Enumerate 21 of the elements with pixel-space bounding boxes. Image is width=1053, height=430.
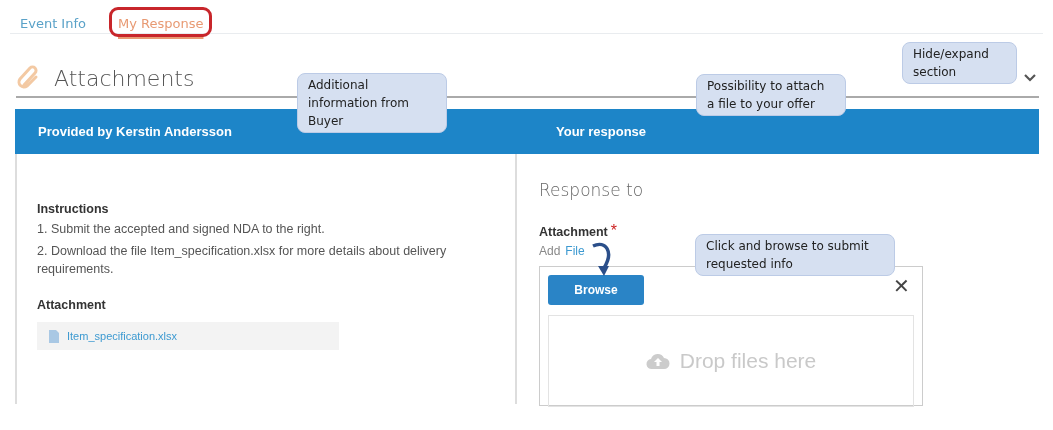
column-header: Your response <box>555 124 647 139</box>
instructions-title: Instructions <box>37 202 110 216</box>
callout-tooltip: Click and browse to submit requested info <box>695 234 895 276</box>
file-item[interactable]: Item_specification.xlsx <box>37 322 339 350</box>
file-link[interactable]: Item_specification.xlsx <box>67 330 178 342</box>
instruction-text: 2. Download the file Item_specification.xlsx for more details about delivery requirements. <box>37 243 448 278</box>
callout-tooltip: Possibility to attach a file to your offer <box>696 74 846 116</box>
column-header: Provided by Kerstin Andersson <box>37 124 233 139</box>
file-link[interactable]: File <box>565 244 585 258</box>
field-label: Attachment <box>539 225 608 239</box>
tab[interactable]: Event Info <box>14 10 92 34</box>
attachment-title: Attachment <box>37 298 107 312</box>
required-mark: * <box>610 222 617 239</box>
callout-tooltip: Additional information from Buyer <box>297 73 447 133</box>
callout-tooltip: Hide/expand section <box>902 42 1017 84</box>
instruction-text: 1. Submit the accepted and signed NDA to the right. <box>37 221 326 238</box>
close-button[interactable]: ✕ <box>889 275 914 297</box>
response-heading: Response to <box>539 180 645 200</box>
browse-button[interactable]: Browse <box>548 275 644 305</box>
add-label: Add <box>539 244 561 258</box>
section-title: Attachments <box>54 65 195 91</box>
